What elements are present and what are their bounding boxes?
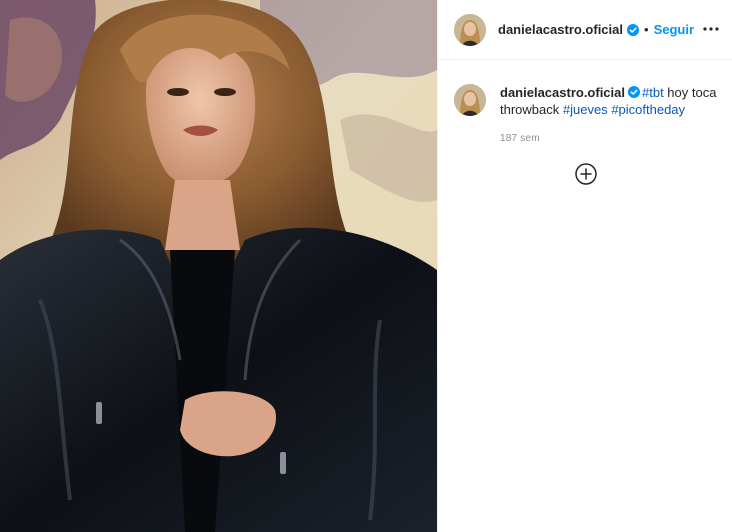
follow-button[interactable]: Seguir [654, 22, 694, 37]
avatar-image [454, 84, 486, 116]
post-side-panel: danielacastro.oficial • Seguir danielaca… [437, 0, 732, 532]
avatar[interactable] [454, 13, 486, 46]
plus-circle-icon[interactable] [574, 162, 598, 186]
caption-text: danielacastro.oficial #tbt hoy toca throw… [500, 84, 719, 118]
post-photo[interactable] [0, 0, 437, 532]
portrait-image [0, 0, 437, 532]
verified-badge-icon [627, 23, 639, 36]
verified-badge-icon [628, 86, 640, 98]
separator-dot: • [644, 22, 649, 37]
caption-username[interactable]: danielacastro.oficial [500, 85, 625, 100]
hashtag-jueves[interactable]: #jueves [563, 102, 608, 117]
post-header: danielacastro.oficial • Seguir [438, 0, 732, 60]
caption-body: danielacastro.oficial #tbt hoy toca throw… [500, 84, 719, 147]
caption: danielacastro.oficial #tbt hoy toca throw… [454, 84, 719, 147]
more-horizontal-icon[interactable] [699, 19, 723, 39]
post-time[interactable]: 187 sem [500, 130, 719, 147]
header-username[interactable]: danielacastro.oficial [498, 22, 623, 37]
hashtag-tbt[interactable]: #tbt [642, 85, 664, 100]
instagram-post: danielacastro.oficial • Seguir danielaca… [0, 0, 732, 532]
caption-avatar[interactable] [454, 84, 486, 116]
avatar-image [454, 13, 486, 46]
hashtag-picoftheday[interactable]: #picoftheday [611, 102, 685, 117]
